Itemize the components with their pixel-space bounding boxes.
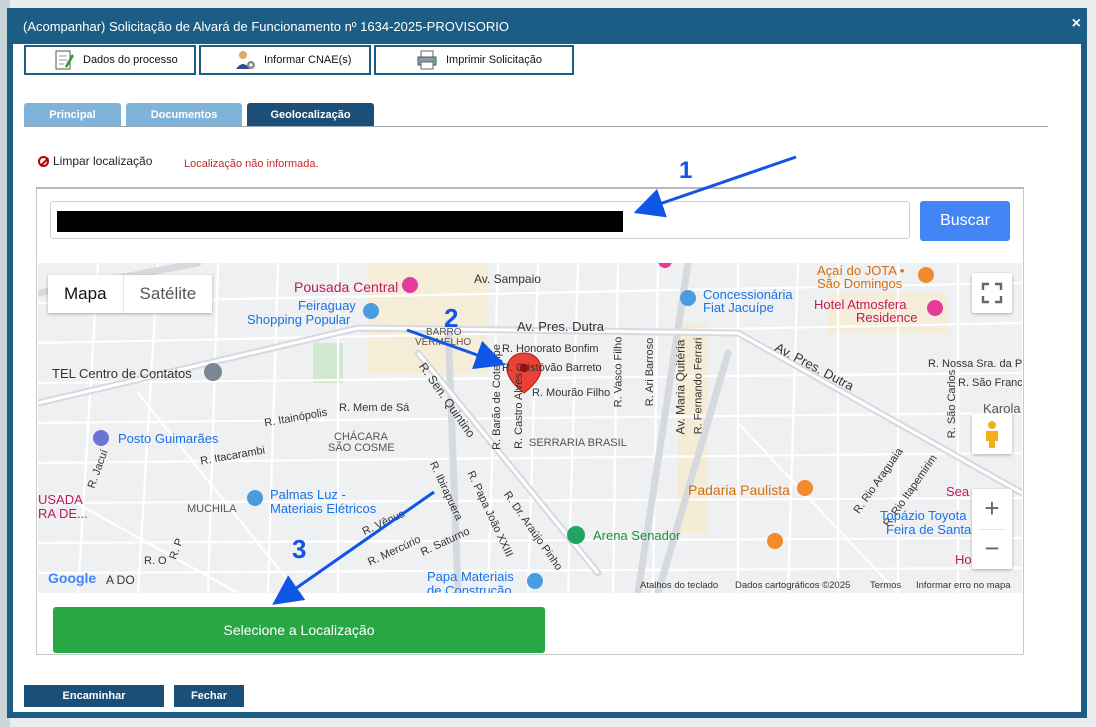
tab-divider [24,126,1048,127]
map-label: Arena Senador [593,528,681,543]
map-label: R. São Franci [958,377,1022,389]
map-label: R. Honorato Bonfim [502,343,599,355]
map-label: Av. Maria Quitéria [673,339,688,435]
map-label: Padaria Paulista [688,482,790,498]
zoom-out-button[interactable]: − [972,529,1012,569]
zoom-divider [978,529,1006,530]
map-label: SÃO COSME [328,442,395,454]
keyboard-shortcuts-link[interactable]: Atalhos do teclado [640,580,718,591]
map-label: R. Nossa Sra. da Pe [928,358,1022,370]
map-label: SERRARIA BRASIL [529,437,627,449]
informar-cnae-button[interactable]: Informar CNAE(s) [199,45,371,75]
redacted-address [57,211,623,232]
location-status: Localização não informada. [184,158,319,170]
map-label: USADA [38,492,83,507]
map-label: Feiraguay [298,298,356,313]
printer-icon [416,49,438,71]
map-label: MUCHILA [187,503,237,515]
map-label: Pousada Central [294,279,399,295]
prohibited-icon [38,155,49,167]
map-label: R. Vasco Filho [612,336,625,408]
report-error-link[interactable]: Informar erro no mapa [916,580,1011,591]
dialog-title: (Acompanhar) Solicitação de Alvará de Fu… [23,19,510,34]
map-label: São Domingos [817,276,903,291]
informar-cnae-label: Informar CNAE(s) [264,54,352,66]
fullscreen-icon[interactable] [972,273,1012,313]
user-gear-icon [234,49,256,71]
zoom-control: + − [972,489,1012,569]
map-label: R. Mem de Sá [339,402,410,414]
map-label: Palmas Luz - [270,487,346,502]
dados-processo-button[interactable]: Dados do processo [24,45,196,75]
dados-processo-label: Dados do processo [83,54,178,66]
map-label: Residence [856,310,918,325]
map-label: R. Castro Alves [512,373,525,449]
close-button[interactable]: Fechar [174,685,244,707]
map-canvas[interactable]: Mapa Satélite + − Pousada Central Av. Sa… [38,263,1022,593]
tab-geolocalizacao[interactable]: Geolocalização [247,103,374,126]
close-icon[interactable]: × [1072,15,1081,33]
zoom-in-button[interactable]: + [972,489,1012,529]
map-type-satelite[interactable]: Satélite [122,275,213,313]
map-label: TEL Centro de Contatos [52,366,192,381]
map-label: Av. Pres. Dutra [517,319,604,334]
map-label: A DO [106,573,135,587]
map-label: Papa Materiais [427,569,514,584]
map-label: R. São Carlos [946,369,959,439]
map-label: Materiais Elétricos [270,501,377,516]
map-label: R. O [144,555,167,567]
imprimir-solicitacao-label: Imprimir Solicitação [446,54,542,66]
clear-location-link[interactable]: Limpar localização [38,154,152,168]
map-label: RA DE... [38,506,88,521]
map-label: VERMELHO [415,337,472,348]
edit-document-icon [53,49,75,71]
map-label: R. Fernando Ferrari [692,337,705,435]
map-label: Karola [983,401,1021,416]
tab-documentos[interactable]: Documentos [126,103,242,126]
select-location-button[interactable]: Selecione a Localização [53,607,545,653]
dialog-titlebar: (Acompanhar) Solicitação de Alvará de Fu… [13,8,1087,44]
map-label: Posto Guimarães [118,431,219,446]
map-label: Fiat Jacuípe [703,300,774,315]
map-label: Ho [955,552,972,567]
clear-location-label: Limpar localização [53,154,153,168]
map-label: Sea [946,484,970,499]
map-label: R. Ari Barroso [644,337,657,407]
imprimir-solicitacao-button[interactable]: Imprimir Solicitação [374,45,574,75]
terms-link[interactable]: Termos [870,580,901,591]
map-label: Feira de Santa [886,522,972,537]
map-label: Av. Sampaio [474,272,541,286]
map-label: Topázio Toyota [880,508,967,523]
tab-principal[interactable]: Principal [24,103,121,126]
address-search-input[interactable] [50,201,910,239]
search-button[interactable]: Buscar [920,201,1010,241]
map-type-control: Mapa Satélite [48,275,213,313]
map-data-attribution: Dados cartográficos ©2025 [735,580,851,591]
forward-button[interactable]: Encaminhar [24,685,164,707]
map-label: R. Mourão Filho [532,387,611,399]
map-label: de Construção [427,583,512,593]
map-type-mapa[interactable]: Mapa [48,275,123,313]
map-label: Shopping Popular [247,312,351,327]
map-label: R. Barão de Cotegipe [490,344,503,450]
google-logo: Google [48,570,97,586]
street-view-pegman-icon[interactable] [972,414,1012,454]
